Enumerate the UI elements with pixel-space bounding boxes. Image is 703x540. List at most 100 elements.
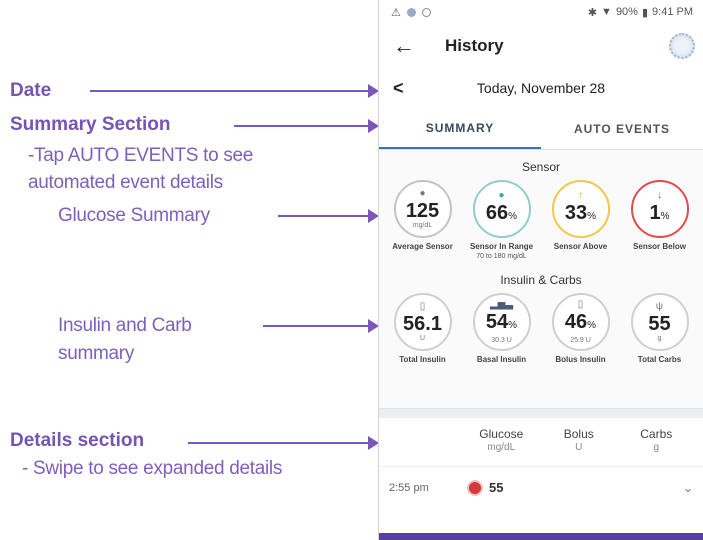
status-bar: ⚠ ✱ ▼ 90% ▮ 9:41 PM	[379, 0, 703, 24]
date-label: Today, November 28	[476, 80, 606, 96]
total-carbs-unit: g	[657, 334, 662, 342]
annotation-details-section: Details section	[10, 430, 145, 451]
carbs-col-unit: g	[653, 442, 660, 453]
back-arrow-icon[interactable]: ←	[393, 33, 423, 59]
sensor-below-stat: ↓ 1% Sensor Below	[622, 180, 698, 261]
date-bar: < Today, November 28	[379, 68, 703, 108]
low-glucose-dot-icon	[467, 479, 483, 496]
sensor-in-range-range: 70 to 180 mg/dL	[476, 253, 527, 260]
sensor-in-range-value: 66%	[486, 202, 517, 228]
battery-percent: 90%	[615, 6, 638, 18]
percent-sign: %	[508, 319, 518, 331]
sensor-below-ring: ↓ 1%	[630, 180, 689, 238]
sensor-in-range-number: 66	[485, 201, 509, 224]
chevron-down-icon[interactable]: ⌄	[683, 481, 693, 495]
percent-sign: %	[660, 210, 670, 222]
arrow-down-icon: ↓	[657, 189, 662, 201]
phone-screen: ⚠ ✱ ▼ 90% ▮ 9:41 PM ← History < Today, N…	[378, 0, 703, 540]
bolus-insulin-value: 46%	[565, 311, 596, 337]
details-col-bolus: Bolus U	[540, 428, 617, 466]
details-time-spacer	[387, 428, 463, 466]
percent-sign: %	[508, 210, 518, 222]
bolus-insulin-number: 46	[564, 310, 588, 333]
sensor-above-value: 33%	[565, 202, 596, 228]
sensor-ring-row: ● 125 mg/dL Average Sensor ● 66% Sensor …	[379, 180, 703, 261]
sensor-in-range-stat: ● 66% Sensor In Range 70 to 180 mg/dL	[464, 180, 540, 261]
previous-day-button[interactable]: <	[393, 78, 413, 99]
basal-insulin-stat: ▂▅▃ 54% 30.3 U Basal Insulin	[464, 293, 540, 365]
annotation-date: Date	[10, 80, 52, 101]
annotation-insulin-line	[263, 325, 368, 327]
total-insulin-label: Total Insulin	[399, 355, 446, 364]
clock: 9:41 PM	[652, 6, 693, 18]
app-bar: ← History	[379, 24, 703, 68]
pod-status-icon[interactable]	[669, 33, 695, 59]
annotation-glucose-summary: Glucose Summary	[58, 205, 210, 226]
average-sensor-unit: mg/dL	[412, 221, 433, 229]
sensor-below-number: 1	[649, 201, 661, 224]
sensor-above-ring: ↑ 33%	[551, 180, 610, 238]
status-left: ⚠	[391, 6, 431, 19]
page-title: History	[445, 36, 504, 55]
sensor-in-range-ring: ● 66%	[472, 180, 531, 238]
bolus-insulin-units: 25.9 U	[570, 336, 591, 344]
annotation-details-line	[188, 442, 368, 444]
details-row[interactable]: 2:55 pm 55 ⌄	[379, 466, 703, 508]
annotation-insulin-carb-2: summary	[58, 343, 135, 364]
tab-summary[interactable]: SUMMARY	[379, 108, 541, 149]
pod-icon: ▯	[419, 300, 426, 312]
basal-insulin-number: 54	[485, 310, 509, 333]
details-row-time: 2:55 pm	[389, 481, 429, 494]
carbs-col-label: Carbs	[640, 427, 673, 441]
arrow-up-icon: ↑	[578, 189, 583, 201]
bolus-col-label: Bolus	[563, 427, 594, 441]
sensor-above-label: Sensor Above	[553, 242, 608, 251]
fork-icon: ψ	[655, 300, 664, 312]
tab-auto-events[interactable]: AUTO EVENTS	[541, 108, 703, 149]
annotation-summary-note-1: -Tap AUTO EVENTS to see	[28, 145, 254, 166]
status-right: ✱ ▼ 90% ▮ 9:41 PM	[588, 6, 693, 19]
annotation-summary-section: Summary Section	[10, 114, 171, 135]
annotation-insulin-carb-1: Insulin and Carb	[58, 315, 192, 336]
total-insulin-stat: ▯ 56.1 U Total Insulin	[385, 293, 461, 365]
drop-icon: ●	[419, 187, 426, 199]
annotation-summary-note-2: automated event details	[28, 172, 223, 193]
glucose-col-label: Glucose	[479, 427, 524, 441]
average-sensor-ring: ● 125 mg/dL	[393, 180, 452, 238]
insulin-carbs-title: Insulin & Carbs	[500, 273, 582, 287]
details-header[interactable]: Glucose mg/dL Bolus U Carbs g	[379, 418, 703, 466]
notification-ring-icon	[421, 7, 431, 17]
basal-icon: ▂▅▃	[489, 298, 514, 310]
sensor-below-label: Sensor Below	[633, 242, 686, 251]
total-carbs-stat: ψ 55 g Total Carbs	[622, 293, 698, 365]
total-insulin-value: 56.1	[403, 312, 442, 335]
notification-icon: ⚠	[391, 6, 401, 19]
percent-sign: %	[587, 210, 597, 222]
annotation-summary-line	[234, 125, 368, 127]
details-row-glucose: 55	[489, 480, 504, 495]
sensor-below-value: 1%	[649, 202, 669, 228]
notification-dot-icon	[406, 7, 416, 17]
wifi-icon: ▼	[601, 6, 612, 18]
total-insulin-unit: U	[419, 334, 426, 342]
bolus-insulin-label: Bolus Insulin	[555, 355, 606, 364]
annotation-details-note: - Swipe to see expanded details	[22, 458, 283, 479]
glucose-col-unit: mg/dL	[487, 442, 516, 453]
sensor-above-number: 33	[564, 201, 588, 224]
percent-sign: %	[587, 319, 597, 331]
average-sensor-label: Average Sensor	[392, 242, 453, 251]
sensor-above-stat: ↑ 33% Sensor Above	[543, 180, 619, 261]
bottom-bar	[379, 533, 703, 540]
pod-icon: ▯	[577, 298, 584, 310]
bluetooth-icon: ✱	[587, 6, 598, 19]
drop-icon: ●	[498, 189, 505, 201]
sensor-in-range-label: Sensor In Range	[469, 242, 534, 251]
average-sensor-stat: ● 125 mg/dL Average Sensor	[385, 180, 461, 261]
battery-icon: ▮	[641, 6, 649, 19]
total-insulin-ring: ▯ 56.1 U	[393, 293, 452, 351]
basal-insulin-units: 30.3 U	[491, 336, 512, 344]
bolus-col-unit: U	[575, 442, 583, 453]
total-carbs-label: Total Carbs	[637, 355, 682, 364]
basal-insulin-ring: ▂▅▃ 54% 30.3 U	[472, 293, 531, 351]
tab-bar: SUMMARY AUTO EVENTS	[379, 108, 703, 150]
